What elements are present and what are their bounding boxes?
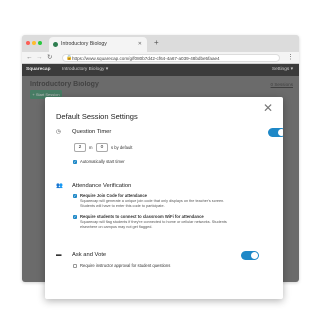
wifi-desc-1: Squarecap will flag students if they're …	[80, 220, 227, 224]
close-window-button[interactable]	[26, 41, 30, 45]
chat-icon: ▬	[56, 252, 62, 258]
ask-vote-label: Ask and Vote	[72, 252, 107, 258]
forward-button[interactable]: →	[36, 53, 43, 63]
lock-icon: 🔒	[66, 55, 73, 61]
window-controls	[26, 41, 42, 45]
ask-vote-toggle[interactable]	[241, 251, 259, 260]
timer-minutes-input[interactable]: 2	[74, 143, 86, 152]
toggle-knob	[278, 129, 283, 136]
tab-bar: Introductory Biology ✕ +	[22, 35, 299, 52]
minutes-unit: m	[89, 145, 93, 150]
browser-tab[interactable]: Introductory Biology ✕	[49, 37, 147, 52]
wifi-desc-2: elsewhere on campus may not get flagged.	[80, 225, 153, 229]
minimize-window-button[interactable]	[32, 41, 36, 45]
url-text: https://www.squarecap.com/g/f080b7d42-cf…	[72, 56, 220, 61]
tab-close-icon[interactable]: ✕	[138, 37, 142, 52]
join-code-desc-1: Squarecap will generate a unique join co…	[80, 199, 225, 203]
new-tab-button[interactable]: +	[154, 38, 159, 48]
address-bar[interactable]: 🔒 https://www.squarecap.com/g/f080b7d42-…	[62, 54, 280, 62]
reload-button[interactable]: ↻	[47, 53, 52, 63]
app-header: Squarecap Introductory Biology ▾ Setting…	[22, 64, 299, 76]
toggle-knob	[251, 252, 258, 259]
wifi-title: Require students to connect to classroom…	[80, 214, 204, 219]
question-timer-label: Question Timer	[72, 129, 112, 135]
timer-seconds-input[interactable]: 0	[96, 143, 108, 152]
join-code-checkbox[interactable]: ✓	[73, 194, 77, 198]
question-timer-toggle[interactable]	[268, 128, 283, 137]
close-icon[interactable]: ✕	[263, 101, 273, 115]
course-dropdown[interactable]: Introductory Biology ▾	[62, 64, 108, 76]
favicon-icon	[53, 42, 58, 47]
back-button[interactable]: ←	[26, 53, 33, 63]
app-logo[interactable]: Squarecap	[26, 64, 51, 76]
browser-menu-icon[interactable]: ⋮	[287, 52, 294, 64]
clock-icon: ◷	[56, 129, 61, 135]
sessions-link[interactable]: 0 Sessions	[271, 82, 293, 87]
approval-label: Require instructor approval for student …	[80, 263, 171, 268]
wifi-checkbox[interactable]: ✓	[73, 215, 77, 219]
page-title: Introductory Biology	[30, 81, 99, 88]
maximize-window-button[interactable]	[38, 41, 42, 45]
browser-toolbar: ← → ↻ 🔒 https://www.squarecap.com/g/f080…	[22, 52, 299, 64]
settings-dropdown[interactable]: Settings ▾	[272, 64, 293, 76]
default-session-settings-modal: Default Session Settings ✕ ◷ Question Ti…	[45, 97, 283, 299]
approval-checkbox[interactable]	[73, 264, 77, 268]
join-code-title: Require Join Code for attendance	[80, 193, 148, 198]
people-icon: 👥	[56, 183, 63, 189]
seconds-suffix: s by default	[111, 145, 133, 150]
tab-title: Introductory Biology	[61, 41, 107, 47]
auto-start-checkbox[interactable]: ✓	[73, 160, 77, 164]
modal-title: Default Session Settings	[56, 112, 138, 121]
auto-start-label: Automatically start timer	[80, 159, 125, 164]
attendance-label: Attendance Verification	[72, 183, 132, 189]
join-code-desc-2: Students will have to enter this code to…	[80, 204, 165, 208]
